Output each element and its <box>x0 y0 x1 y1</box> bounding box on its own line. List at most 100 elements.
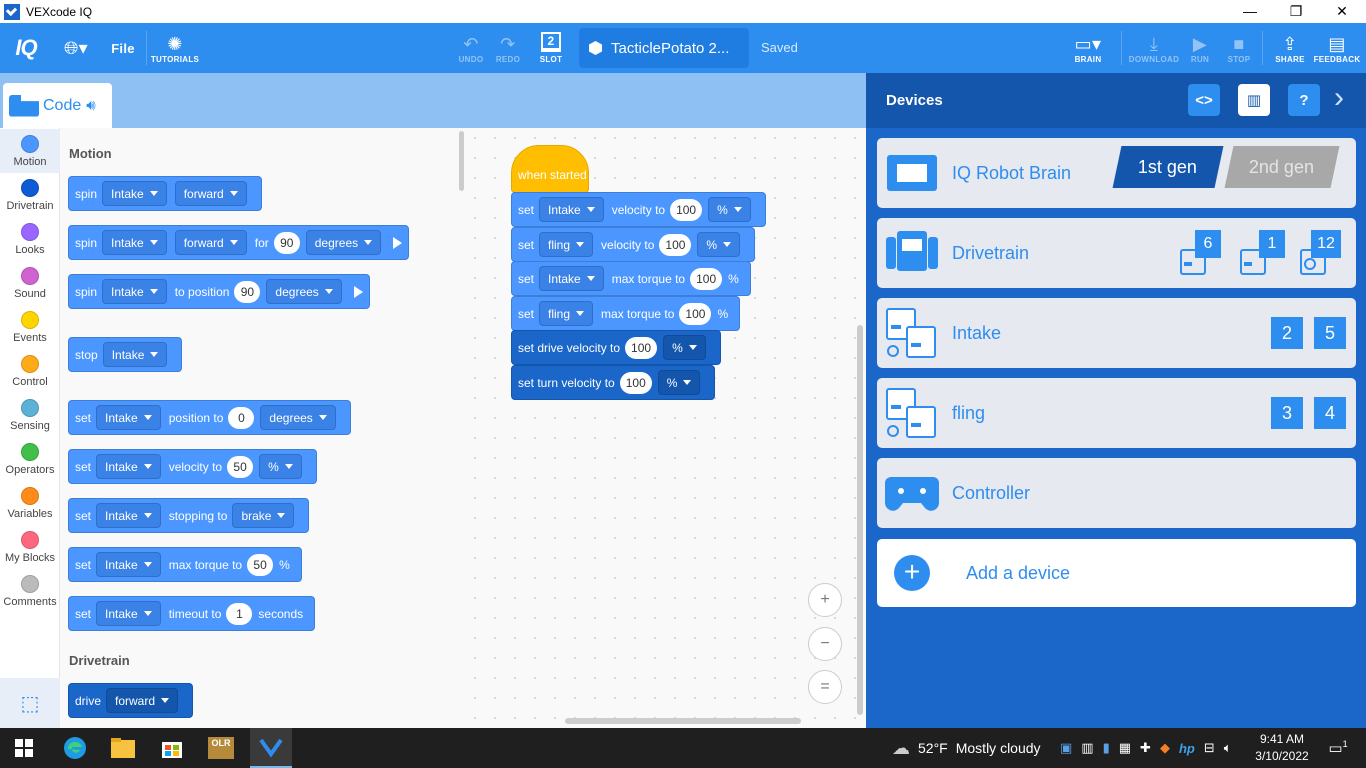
palette-scrollbar[interactable] <box>459 131 464 191</box>
category-control[interactable]: Control <box>0 349 60 393</box>
units-dropdown[interactable]: degrees <box>266 279 342 304</box>
language-button[interactable]: 🌐︎▾ <box>58 23 94 73</box>
value-input[interactable]: 100 <box>690 267 723 290</box>
block-set-timeout[interactable]: set Intake timeout to 1 seconds <box>68 596 316 631</box>
value-input[interactable]: 100 <box>670 198 703 221</box>
weather-widget[interactable]: ☁ 52°F Mostly cloudy <box>892 728 1041 768</box>
units-dropdown[interactable]: degrees <box>260 405 336 430</box>
tray-app-icon[interactable]: ▥ <box>1081 740 1093 756</box>
motor-dropdown[interactable]: Intake <box>96 405 161 430</box>
system-clock[interactable]: 9:41 AM 3/10/2022 <box>1255 731 1309 765</box>
category-looks[interactable]: Looks <box>0 217 60 261</box>
add-device-button[interactable]: + Add a device <box>877 539 1356 607</box>
value-input[interactable]: 90 <box>273 231 300 254</box>
category-sensing[interactable]: Sensing <box>0 393 60 437</box>
speaker-icon[interactable]: 🔊︎ <box>86 97 95 114</box>
category-events[interactable]: Events <box>0 305 60 349</box>
motor-dropdown[interactable]: Intake <box>96 601 161 626</box>
stop-button[interactable]: ■ STOP <box>1224 23 1254 73</box>
motor-dropdown[interactable]: Intake <box>539 197 604 222</box>
tray-app-icon[interactable]: ◆ <box>1160 740 1170 756</box>
windows-start-icon[interactable] <box>8 732 40 764</box>
block-stop[interactable]: stop Intake <box>68 337 183 372</box>
stopping-mode-dropdown[interactable]: brake <box>232 503 295 528</box>
devices-view-button[interactable]: ▥ <box>1238 84 1270 116</box>
hp-icon[interactable]: hp <box>1179 741 1195 756</box>
workspace-vertical-scrollbar[interactable] <box>857 325 863 715</box>
tutorials-button[interactable]: ✺ TUTORIALS <box>150 23 200 73</box>
notifications-icon[interactable]: ▭1 <box>1322 732 1354 764</box>
olr-app-icon[interactable]: OLR <box>205 732 237 764</box>
motor-dropdown[interactable]: Intake <box>102 342 168 367</box>
script-set-max-torque-fling[interactable]: set fling max torque to 100 % <box>511 296 741 331</box>
units-dropdown[interactable]: % <box>708 197 751 222</box>
feedback-button[interactable]: ▤ FEEDBACK <box>1312 23 1362 73</box>
direction-dropdown[interactable]: forward <box>174 230 247 255</box>
motor-dropdown[interactable]: Intake <box>96 454 161 479</box>
block-set-max-torque[interactable]: set Intake max torque to 50 % <box>68 547 302 582</box>
value-input[interactable]: 50 <box>247 553 274 576</box>
zoom-in-button[interactable]: + <box>808 583 842 617</box>
block-drive[interactable]: drive forward <box>68 683 194 718</box>
category-sound[interactable]: Sound <box>0 261 60 305</box>
value-input[interactable]: 90 <box>234 280 261 303</box>
category-variables[interactable]: Variables <box>0 481 60 525</box>
units-dropdown[interactable]: degrees <box>305 230 382 255</box>
run-button[interactable]: ▶ RUN <box>1186 23 1214 73</box>
gen1-button[interactable]: 1st gen <box>1112 146 1224 188</box>
category-motion[interactable]: Motion <box>0 129 60 173</box>
script-set-max-torque-intake[interactable]: set Intake max torque to 100 % <box>511 261 751 296</box>
download-button[interactable]: ⤓ DOWNLOAD <box>1128 23 1180 73</box>
code-view-button[interactable]: <> <box>1188 84 1220 116</box>
category-my-blocks[interactable]: My Blocks <box>0 525 60 569</box>
iq-logo[interactable]: IQ <box>0 23 52 73</box>
help-button[interactable]: ? <box>1288 84 1320 116</box>
device-card-drivetrain[interactable]: Drivetrain 6 1 12 <box>877 218 1356 288</box>
close-button[interactable]: ✕ <box>1319 0 1365 23</box>
direction-dropdown[interactable]: forward <box>174 181 247 206</box>
tab-code[interactable]: Code 🔊︎ <box>3 83 112 128</box>
file-menu[interactable]: File <box>106 23 140 73</box>
script-set-drive-velocity[interactable]: set drive velocity to 100 % <box>511 330 721 365</box>
motor-dropdown[interactable]: Intake <box>96 552 161 577</box>
project-name-field[interactable]: TacticlePotato 2... <box>579 28 749 68</box>
motor-dropdown[interactable]: Intake <box>96 503 161 528</box>
tray-app-icon[interactable]: ✚ <box>1140 740 1151 756</box>
volume-icon[interactable]: 🔈︎ <box>1224 740 1232 756</box>
block-spin-for[interactable]: spin Intake forward for 90 degrees <box>68 225 410 260</box>
edge-browser-icon[interactable] <box>59 732 91 764</box>
block-set-velocity[interactable]: set Intake velocity to 50 % <box>68 449 317 484</box>
category-comments[interactable]: Comments <box>0 569 60 613</box>
share-button[interactable]: ⇪ SHARE <box>1272 23 1308 73</box>
value-input[interactable]: 100 <box>619 371 652 394</box>
workspace-horizontal-scrollbar[interactable] <box>565 718 801 724</box>
block-set-position[interactable]: set Intake position to 0 degrees <box>68 400 351 435</box>
vexcode-taskbar-icon[interactable] <box>250 728 292 768</box>
direction-dropdown[interactable]: forward <box>106 688 179 713</box>
redo-button[interactable]: ↷ REDO <box>492 23 524 73</box>
device-card-fling[interactable]: fling 3 4 <box>877 378 1356 448</box>
motor-dropdown[interactable]: Intake <box>102 230 167 255</box>
device-card-controller[interactable]: Controller <box>877 458 1356 528</box>
value-input[interactable]: 50 <box>227 455 254 478</box>
network-icon[interactable]: ⊟ <box>1204 740 1215 756</box>
tray-app-icon[interactable]: ▦ <box>1119 740 1131 756</box>
units-dropdown[interactable]: % <box>663 335 706 360</box>
block-set-stopping[interactable]: set Intake stopping to brake <box>68 498 310 533</box>
zoom-reset-button[interactable]: = <box>808 670 842 704</box>
block-spin-to-position[interactable]: spin Intake to position 90 degrees <box>68 274 370 309</box>
motor-dropdown[interactable]: Intake <box>539 266 604 291</box>
block-when-started[interactable]: when started <box>511 145 589 193</box>
slot-button[interactable]: 2 SLOT <box>536 23 566 73</box>
block-spin[interactable]: spin Intake forward <box>68 176 262 211</box>
units-dropdown[interactable]: % <box>259 454 302 479</box>
value-input[interactable]: 1 <box>226 602 253 625</box>
brain-button[interactable]: ▭▾ BRAIN <box>1068 23 1108 73</box>
restore-button[interactable]: ❐ <box>1273 0 1319 23</box>
script-set-velocity-intake[interactable]: set Intake velocity to 100 % <box>511 192 766 227</box>
tray-app-icon[interactable]: ▣ <box>1060 740 1072 756</box>
zoom-out-button[interactable]: − <box>808 627 842 661</box>
category-operators[interactable]: Operators <box>0 437 60 481</box>
motor-dropdown[interactable]: Intake <box>102 279 167 304</box>
file-explorer-icon[interactable] <box>107 732 139 764</box>
